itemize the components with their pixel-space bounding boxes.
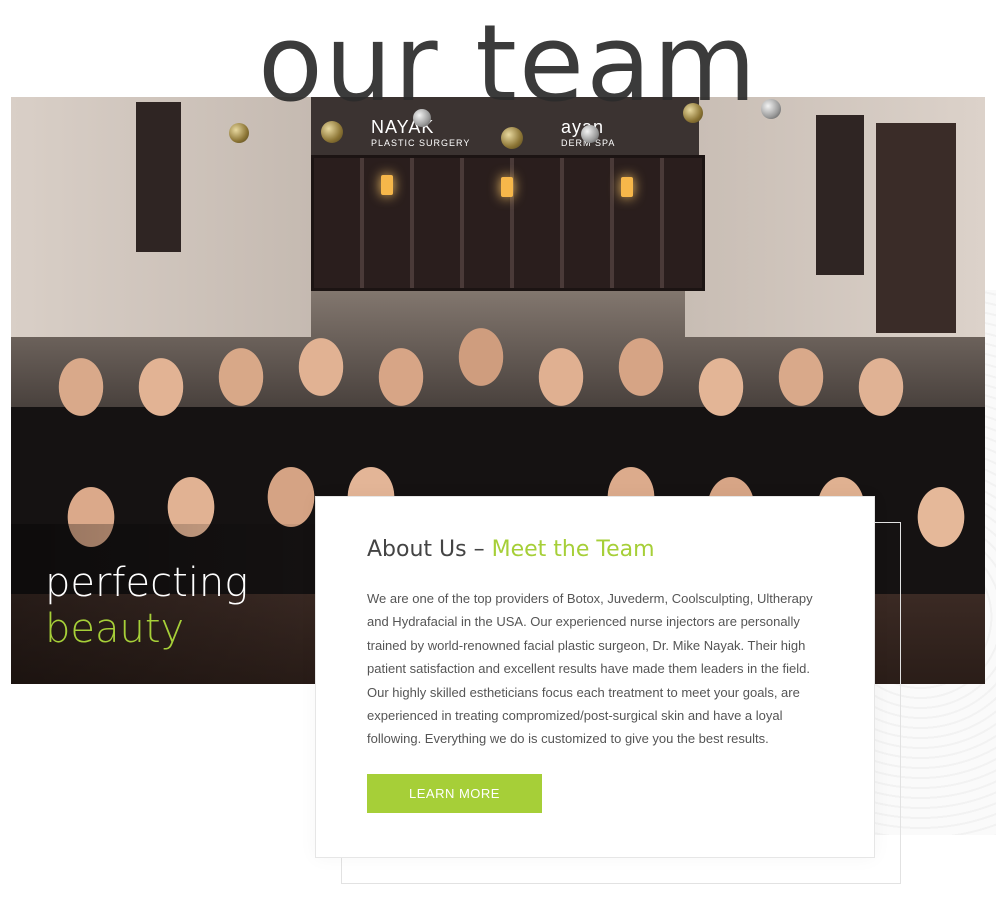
pendant-light bbox=[381, 175, 393, 195]
photo-shelves bbox=[311, 155, 705, 291]
photo-door-left bbox=[136, 102, 181, 252]
about-body: We are one of the top providers of Botox… bbox=[367, 591, 813, 747]
about-heading-prefix: About Us – bbox=[367, 537, 492, 562]
about-heading: About Us – Meet the Team bbox=[367, 537, 655, 562]
ornament bbox=[229, 123, 249, 143]
photo-door-right bbox=[816, 115, 864, 275]
pendant-light bbox=[501, 177, 513, 197]
about-card: About Us – Meet the Team We are one of t… bbox=[315, 496, 875, 858]
about-heading-highlight: Meet the Team bbox=[491, 537, 655, 562]
tagline: perfecting beauty bbox=[45, 560, 248, 652]
page-title: our team bbox=[258, 2, 759, 125]
sign-nayak-sub: PLASTIC SURGERY bbox=[371, 138, 471, 148]
ornament bbox=[761, 99, 781, 119]
tagline-line-1: perfecting bbox=[45, 560, 249, 606]
learn-more-button[interactable]: LEARN MORE bbox=[367, 774, 542, 813]
pendant-light bbox=[621, 177, 633, 197]
tagline-line-2: beauty bbox=[45, 606, 185, 652]
ornament bbox=[501, 127, 523, 149]
